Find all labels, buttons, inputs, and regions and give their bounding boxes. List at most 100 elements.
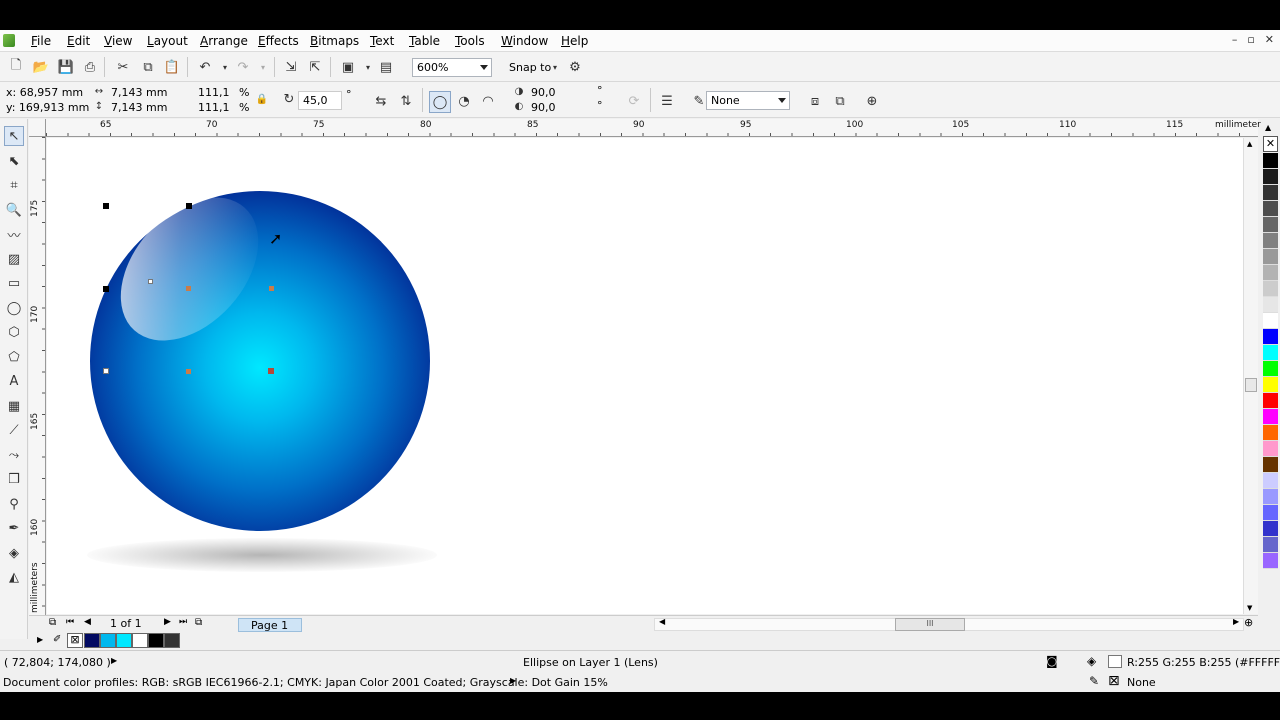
drop-shadow-tool-icon[interactable]: ❒ <box>4 469 24 489</box>
dimension-tool-icon[interactable]: ⟋ <box>4 420 24 440</box>
palette-color-swatch[interactable] <box>1263 233 1278 249</box>
selection-handle[interactable] <box>186 203 192 209</box>
palette-color-swatch[interactable] <box>1263 441 1278 457</box>
center-handle[interactable] <box>186 369 191 374</box>
scroll-down-icon[interactable]: ▼ <box>1247 604 1252 612</box>
first-page-icon[interactable]: ⏮ <box>66 617 74 627</box>
arc-mode-icon[interactable]: ◠ <box>479 92 497 110</box>
palette-color-swatch[interactable] <box>1263 169 1278 185</box>
cut-icon[interactable]: ✂ <box>114 58 132 76</box>
doc-color-swatch[interactable] <box>164 633 180 648</box>
palette-color-swatch[interactable] <box>1263 201 1278 217</box>
snap-to-button[interactable]: Snap to <box>509 61 551 74</box>
rectangle-tool-icon[interactable]: ▭ <box>4 273 24 293</box>
polygon-tool-icon[interactable]: ⬡ <box>4 322 24 342</box>
ellipse-tool-icon[interactable]: ◯ <box>4 298 24 318</box>
center-handle[interactable] <box>186 286 191 291</box>
selection-handle[interactable] <box>103 368 109 374</box>
doc-color-swatch[interactable] <box>84 633 100 648</box>
shape-tool-icon[interactable]: ⬉ <box>4 151 24 171</box>
palette-color-swatch[interactable] <box>1263 329 1278 345</box>
to-front-icon[interactable]: ⧈ <box>806 92 824 110</box>
doc-color-swatch[interactable] <box>132 633 148 648</box>
scale-x-field[interactable]: 111,1 <box>198 86 230 101</box>
end-angle-field[interactable]: 90,0 <box>531 101 556 116</box>
palette-color-swatch[interactable] <box>1263 281 1278 297</box>
smart-fill-tool-icon[interactable]: ▨ <box>4 249 24 269</box>
profiles-expand-icon[interactable]: ▶ <box>510 676 516 685</box>
zoom-level-combo[interactable]: 600% <box>412 58 492 77</box>
palette-color-swatch[interactable] <box>1263 377 1278 393</box>
menu-arrange[interactable]: Arrange <box>200 34 248 48</box>
eyedropper-icon[interactable]: ✐ <box>53 634 61 645</box>
vertical-scroll-thumb[interactable] <box>1245 378 1257 392</box>
open-folder-icon[interactable]: 📂 <box>32 58 50 76</box>
menu-tools[interactable]: Tools <box>455 34 485 48</box>
basic-shapes-tool-icon[interactable]: ⬠ <box>4 347 24 367</box>
menu-view[interactable]: View <box>104 34 132 48</box>
ellipse-mode-icon[interactable]: ◯ <box>429 91 451 113</box>
redo-icon[interactable]: ↷ <box>234 58 252 76</box>
node-handle[interactable] <box>148 279 153 284</box>
eyedropper-tool-icon[interactable]: ⚲ <box>4 494 24 514</box>
crop-tool-icon[interactable]: ⌗ <box>4 175 24 195</box>
fill-color-swatch[interactable] <box>1108 655 1122 668</box>
doc-color-swatch[interactable] <box>116 633 132 648</box>
import-icon[interactable]: ⇲ <box>282 58 300 76</box>
menu-text[interactable]: Text <box>370 34 394 48</box>
palette-scroll-up-icon[interactable]: ▲ <box>1265 123 1271 132</box>
zoom-tool-icon[interactable]: 🔍 <box>4 200 24 220</box>
vertical-scrollbar[interactable]: ▲ ▼ <box>1243 138 1258 614</box>
no-fill-swatch-icon[interactable]: ✕ <box>1263 136 1278 152</box>
mirror-vertical-icon[interactable]: ⇅ <box>397 92 415 110</box>
pick-tool-icon[interactable]: ↖ <box>4 126 24 146</box>
snap-to-dropdown-icon[interactable]: ▾ <box>546 58 564 76</box>
center-handle[interactable] <box>269 286 274 291</box>
horizontal-scroll-thumb[interactable]: III <box>895 618 965 631</box>
rotation-angle-field[interactable]: 45,0 <box>298 91 342 110</box>
mirror-horizontal-icon[interactable]: ⇆ <box>372 92 390 110</box>
options-icon[interactable]: ⚙ <box>566 58 584 76</box>
add-page-icon[interactable]: ⧉ <box>49 617 56 628</box>
copy-icon[interactable]: ⧉ <box>139 58 157 76</box>
undo-icon[interactable]: ↶ <box>196 58 214 76</box>
page-tab[interactable]: Page 1 <box>238 618 302 632</box>
minimize-icon[interactable]: – <box>1232 33 1238 46</box>
application-launcher-icon[interactable]: ▣ <box>339 58 357 76</box>
menu-help[interactable]: Help <box>561 34 588 48</box>
status-expand-icon[interactable]: ▶ <box>111 656 117 665</box>
doc-color-swatch[interactable] <box>148 633 164 648</box>
palette-color-swatch[interactable] <box>1263 185 1278 201</box>
palette-color-swatch[interactable] <box>1263 393 1278 409</box>
doc-color-swatch[interactable] <box>100 633 116 648</box>
scroll-up-icon[interactable]: ▲ <box>1247 140 1252 148</box>
scroll-right-icon[interactable]: ▶ <box>1233 617 1239 626</box>
redo-dropdown-icon[interactable]: ▾ <box>254 58 272 76</box>
next-page-icon[interactable]: ▶ <box>164 617 171 627</box>
palette-color-swatch[interactable] <box>1263 153 1278 169</box>
height-field[interactable]: 7,143 mm <box>111 101 167 116</box>
palette-color-swatch[interactable] <box>1263 265 1278 281</box>
paste-icon[interactable]: 📋 <box>163 58 181 76</box>
palette-color-swatch[interactable] <box>1263 489 1278 505</box>
selection-handle[interactable] <box>103 286 109 292</box>
table-tool-icon[interactable]: ▦ <box>4 396 24 416</box>
restore-icon[interactable]: ▫ <box>1247 33 1254 46</box>
fill-tool-icon[interactable]: ◈ <box>4 543 24 563</box>
outline-tool-icon[interactable]: ✒ <box>4 518 24 538</box>
menu-table[interactable]: Table <box>409 34 440 48</box>
outline-width-combo[interactable]: None <box>706 91 790 110</box>
pie-mode-icon[interactable]: ◔ <box>455 92 473 110</box>
horizontal-ruler[interactable]: 65 70 75 80 85 90 95 100 105 110 115 mil… <box>46 119 1266 137</box>
wrap-text-icon[interactable]: ☰ <box>658 92 676 110</box>
menu-file[interactable]: File <box>31 34 51 48</box>
width-field[interactable]: 7,143 mm <box>111 86 167 101</box>
interactive-fill-tool-icon[interactable]: ◭ <box>4 567 24 587</box>
no-color-swatch-icon[interactable]: ⊠ <box>67 633 83 648</box>
add-page-after-icon[interactable]: ⧉ <box>195 617 202 628</box>
y-position-field[interactable]: y: 169,913 mm <box>6 101 89 116</box>
launcher-dropdown-icon[interactable]: ▾ <box>359 58 377 76</box>
freehand-tool-icon[interactable]: 〰 <box>4 224 24 244</box>
x-position-field[interactable]: x: 68,957 mm <box>6 86 83 101</box>
no-outline-swatch-icon[interactable]: ⊠ <box>1108 674 1120 688</box>
